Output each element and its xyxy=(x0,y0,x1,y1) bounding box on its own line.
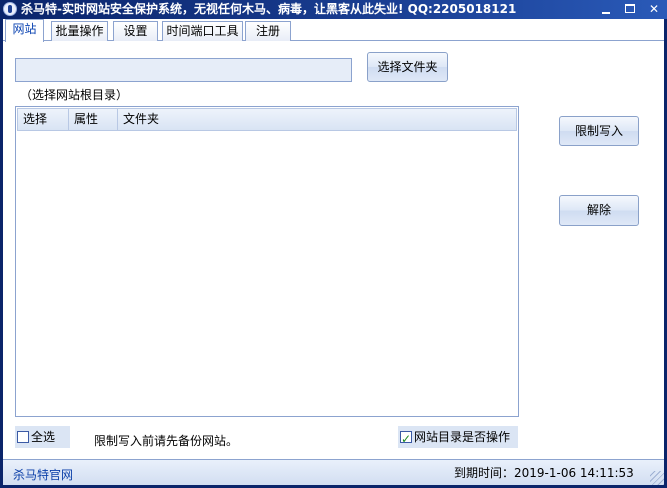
column-select[interactable]: 选择 xyxy=(18,109,69,130)
tab-time-port-tool[interactable]: 时间端口工具 xyxy=(162,21,243,41)
folder-list[interactable]: 选择 属性 文件夹 xyxy=(15,106,519,417)
column-folder[interactable]: 文件夹 xyxy=(118,109,516,130)
status-bar: 杀马特官网 到期时间：2019-1-06 14:11:53 xyxy=(3,459,664,485)
tab-site[interactable]: 网站 xyxy=(5,19,44,42)
tab-strip: 网站 批量操作 设置 时间端口工具 注册 xyxy=(3,19,664,42)
checkbox-box xyxy=(17,430,29,443)
minimize-button[interactable] xyxy=(597,1,615,17)
checkmark-icon xyxy=(400,428,412,450)
close-button[interactable]: ✕ xyxy=(645,1,663,17)
unlock-button[interactable]: 解除 xyxy=(559,195,639,226)
app-window: 杀马特-实时网站安全保护系统，无视任何木马、病毒，让黑客从此失业! QQ:220… xyxy=(0,0,667,488)
dir-operate-checkbox[interactable]: 网站目录是否操作 xyxy=(398,426,518,450)
limit-write-button[interactable]: 限制写入 xyxy=(559,116,639,146)
folder-list-header: 选择 属性 文件夹 xyxy=(17,108,517,131)
official-site-link[interactable]: 杀马特官网 xyxy=(13,466,73,483)
tab-register[interactable]: 注册 xyxy=(245,21,291,41)
tab-batch[interactable]: 批量操作 xyxy=(51,21,108,41)
maximize-icon xyxy=(625,4,635,13)
maximize-button[interactable] xyxy=(621,1,639,17)
window-title: 杀马特-实时网站安全保护系统，无视任何木马、病毒，让黑客从此失业! QQ:220… xyxy=(21,2,517,16)
tab-settings[interactable]: 设置 xyxy=(113,21,158,41)
app-shield-icon xyxy=(3,2,17,16)
client-area: 网站 批量操作 设置 时间端口工具 注册 选择文件夹 （选择网站根目录） 选择 … xyxy=(3,19,664,485)
path-hint: （选择网站根目录） xyxy=(20,88,129,102)
title-bar[interactable]: 杀马特-实时网站安全保护系统，无视任何木马、病毒，让黑客从此失业! QQ:220… xyxy=(0,0,667,19)
site-path-input[interactable] xyxy=(15,58,352,82)
close-icon: ✕ xyxy=(648,2,660,16)
minimize-icon xyxy=(602,12,610,14)
column-attribute[interactable]: 属性 xyxy=(69,109,118,130)
dir-operate-label: 网站目录是否操作 xyxy=(414,430,511,444)
backup-warning: 限制写入前请先备份网站。 xyxy=(94,434,239,448)
select-all-checkbox[interactable]: 全选 xyxy=(15,426,70,448)
select-all-label: 全选 xyxy=(31,430,56,444)
select-folder-button[interactable]: 选择文件夹 xyxy=(367,52,448,82)
resize-grip-icon[interactable] xyxy=(650,471,664,485)
expire-time: 到期时间：2019-1-06 14:11:53 xyxy=(454,466,634,480)
